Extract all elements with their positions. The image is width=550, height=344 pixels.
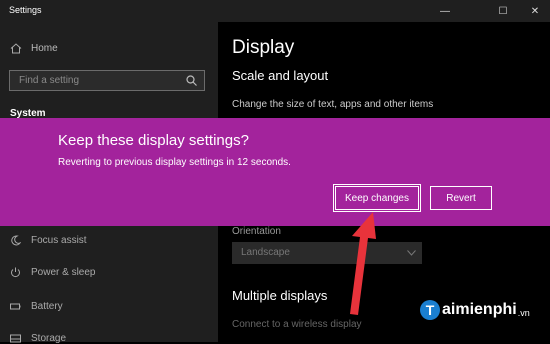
power-icon xyxy=(11,267,20,278)
minimize-button[interactable]: — xyxy=(430,0,460,22)
moon-icon xyxy=(11,235,21,246)
maximize-button[interactable]: ☐ xyxy=(488,0,518,22)
search-placeholder: Find a setting xyxy=(19,75,80,86)
minimize-icon: — xyxy=(440,5,450,17)
annotation-arrow-icon xyxy=(350,212,376,315)
sidebar-item-label: Focus assist xyxy=(31,235,87,246)
orientation-label: Orientation xyxy=(232,226,281,237)
sidebar-item-label: Battery xyxy=(31,301,63,312)
sidebar-item-storage[interactable]: Storage xyxy=(10,333,66,344)
battery-icon xyxy=(10,303,21,310)
storage-icon xyxy=(10,334,21,343)
home-icon xyxy=(10,43,22,54)
close-button[interactable]: ✕ xyxy=(520,0,550,22)
watermark-suffix: .vn xyxy=(517,308,530,318)
orientation-value: Landscape xyxy=(241,247,290,258)
sidebar-item-label: Storage xyxy=(31,333,67,344)
watermark-text: aimienphi xyxy=(442,301,517,318)
close-icon: ✕ xyxy=(530,5,540,17)
sidebar-item-focus-assist[interactable]: Focus assist xyxy=(10,235,87,246)
orientation-select[interactable]: Landscape xyxy=(232,242,422,264)
page-title: Display xyxy=(232,37,295,58)
sidebar-item-home[interactable]: Home xyxy=(10,43,58,54)
dialog-message: Reverting to previous display settings i… xyxy=(58,157,291,168)
connect-wireless-display-link[interactable]: Connect to a wireless display xyxy=(232,319,362,330)
search-input[interactable]: Find a setting xyxy=(9,70,205,91)
maximize-icon: ☐ xyxy=(498,5,508,17)
chevron-down-icon xyxy=(407,250,416,256)
watermark-logo-icon: T xyxy=(420,300,440,320)
watermark-logo: T aimienphi .vn xyxy=(420,300,530,320)
title-bar: Settings — ☐ ✕ xyxy=(0,0,550,22)
search-icon xyxy=(186,75,197,86)
dialog-title: Keep these display settings? xyxy=(58,132,249,149)
sidebar-item-label: Power & sleep xyxy=(31,267,96,278)
window-title: Settings xyxy=(9,5,42,15)
scale-layout-heading: Scale and layout xyxy=(232,68,329,83)
scale-description: Change the size of text, apps and other … xyxy=(232,99,434,110)
sidebar-home-label: Home xyxy=(31,43,58,54)
sidebar-item-battery[interactable]: Battery xyxy=(10,301,63,312)
sidebar-item-power-sleep[interactable]: Power & sleep xyxy=(10,267,95,278)
keep-settings-dialog: Keep these display settings? Reverting t… xyxy=(0,118,550,226)
revert-button[interactable]: Revert xyxy=(430,186,492,210)
multiple-displays-heading: Multiple displays xyxy=(232,288,328,303)
